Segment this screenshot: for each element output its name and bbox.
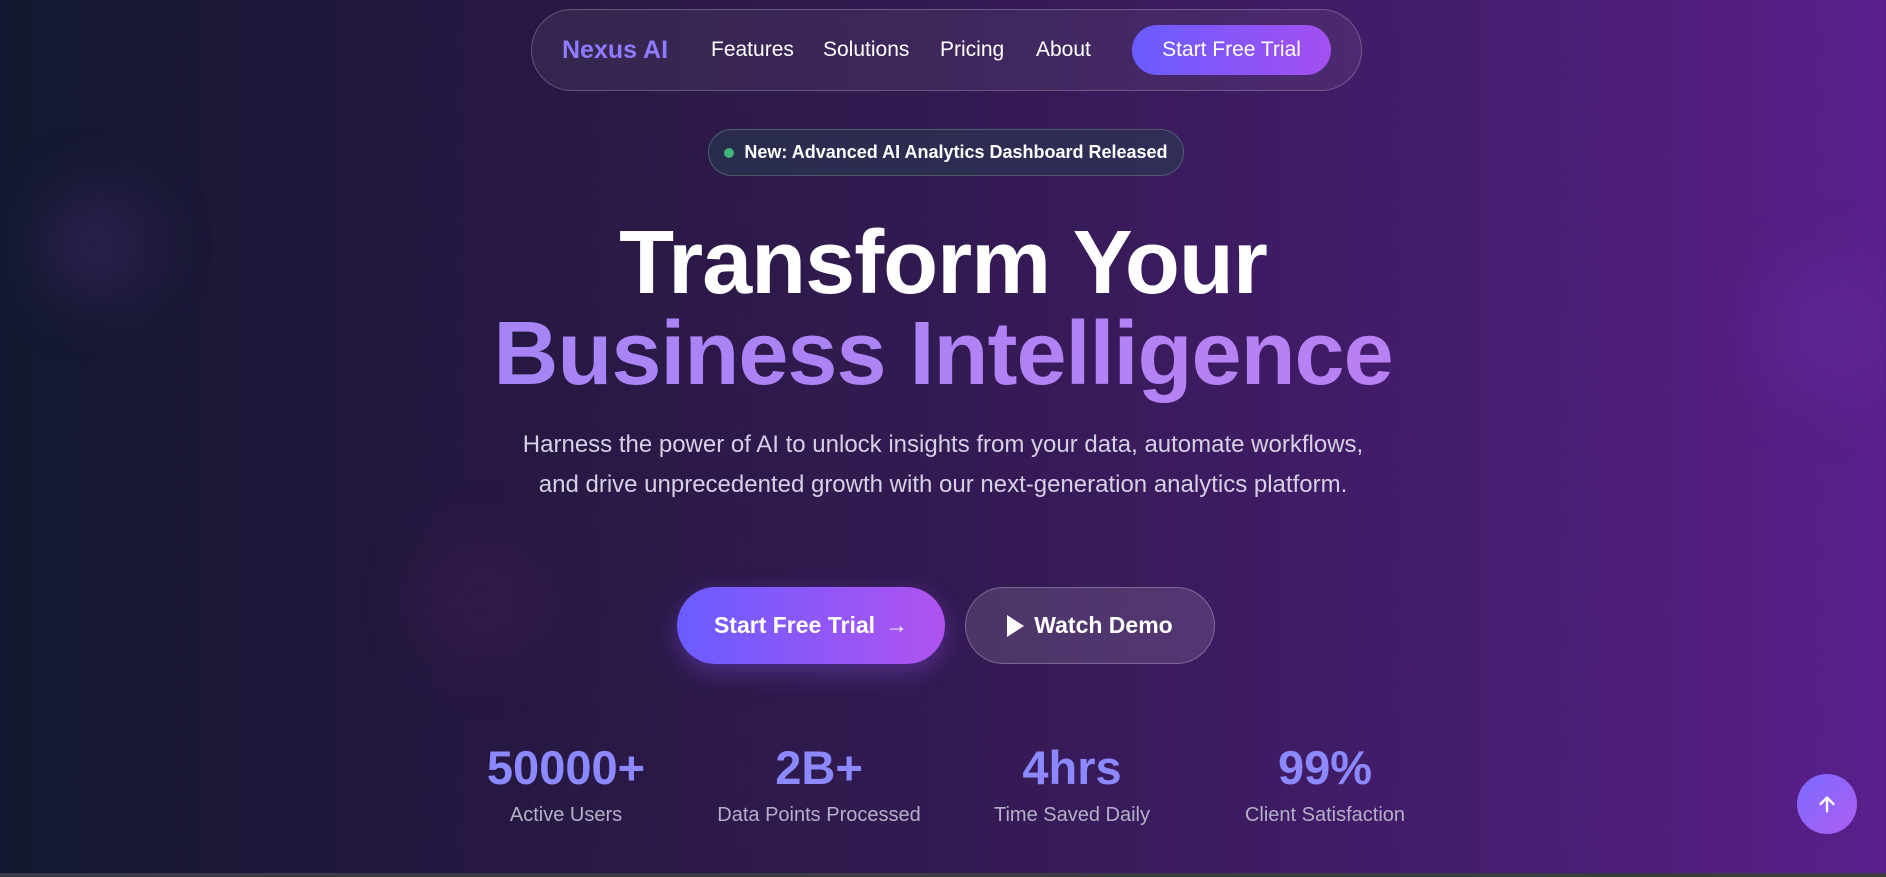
stat-data-points: 2B+ Data Points Processed	[699, 740, 939, 827]
arrow-up-icon	[1819, 796, 1835, 813]
start-free-trial-button[interactable]: Start Free Trial →	[677, 587, 945, 664]
start-free-trial-label: Start Free Trial	[713, 612, 876, 638]
arrow-right-icon: →	[885, 612, 909, 638]
nav-link-about[interactable]: About	[1036, 38, 1091, 62]
nav-link-solutions[interactable]: Solutions	[823, 38, 909, 62]
play-icon	[1007, 614, 1025, 637]
nav-link-pricing[interactable]: Pricing	[940, 38, 1004, 62]
stat-value: 4hrs	[1022, 741, 1122, 794]
stat-time-saved: 4hrs Time Saved Daily	[952, 740, 1192, 827]
background-glow	[420, 540, 540, 660]
stat-label: Time Saved Daily	[994, 804, 1150, 826]
stat-active-users: 50000+ Active Users	[446, 740, 686, 827]
stat-client-satisfaction: 99% Client Satisfaction	[1205, 740, 1445, 827]
announcement-badge[interactable]: New: Advanced AI Analytics Dashboard Rel…	[708, 129, 1184, 176]
announcement-text: New: Advanced AI Analytics Dashboard Rel…	[744, 142, 1168, 162]
watch-demo-label: Watch Demo	[1034, 612, 1173, 638]
stat-value: 2B+	[775, 741, 863, 794]
stat-value: 50000+	[486, 741, 646, 794]
hero-subtitle: Harness the power of AI to unlock insigh…	[522, 431, 1364, 498]
watch-demo-button[interactable]: Watch Demo	[965, 587, 1215, 664]
nav-link-features[interactable]: Features	[711, 38, 794, 62]
status-dot-icon	[724, 147, 735, 158]
bottom-edge-bar	[0, 873, 1886, 877]
hero-headline-line2: Business Intelligence	[0, 299, 1886, 409]
stat-label: Active Users	[509, 804, 623, 826]
nav-start-trial-button[interactable]: Start Free Trial	[1132, 25, 1331, 75]
top-navigation: Nexus AI Features Solutions Pricing Abou…	[531, 9, 1362, 91]
stat-label: Client Satisfaction	[1244, 804, 1406, 826]
stat-value: 99%	[1277, 741, 1373, 794]
scroll-to-top-button[interactable]	[1797, 774, 1857, 834]
brand-logo[interactable]: Nexus AI	[562, 36, 668, 65]
stat-label: Data Points Processed	[717, 804, 921, 826]
